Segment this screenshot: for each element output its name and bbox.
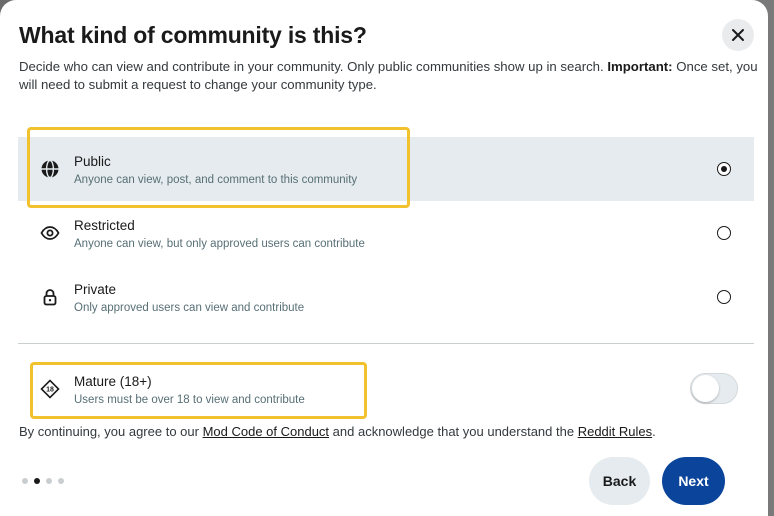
terms-prefix: By continuing, you agree to our [19, 424, 199, 439]
radio-private[interactable] [717, 290, 731, 304]
step-dot [22, 478, 28, 484]
option-restricted-label: Restricted [74, 218, 135, 233]
section-divider [18, 343, 754, 344]
option-public-description: Anyone can view, post, and comment to th… [74, 174, 358, 186]
option-mature[interactable]: 18 Mature (18+) Users must be over 18 to… [18, 357, 754, 421]
age-18-badge-text: 18 [46, 387, 54, 394]
description-text: Decide who can view and contribute in yo… [19, 59, 604, 74]
option-public[interactable]: Public Anyone can view, post, and commen… [18, 137, 754, 201]
option-private-label: Private [74, 282, 117, 297]
dialog-description: Decide who can view and contribute in yo… [19, 58, 759, 94]
mature-toggle[interactable] [690, 373, 738, 404]
community-type-dialog: What kind of community is this? Decide w… [0, 0, 768, 516]
terms-notice: By continuing, you agree to our Mod Code… [19, 423, 656, 441]
back-button[interactable]: Back [589, 457, 650, 505]
close-icon [732, 29, 744, 41]
next-button[interactable]: Next [662, 457, 725, 505]
lock-icon [40, 287, 60, 307]
option-mature-label: Mature (18+) [74, 374, 152, 389]
option-restricted[interactable]: Restricted Anyone can view, but only app… [18, 201, 754, 265]
reddit-rules-link[interactable]: Reddit Rules [578, 424, 652, 439]
toggle-knob [692, 375, 719, 402]
option-mature-description: Users must be over 18 to view and contri… [74, 394, 305, 406]
option-restricted-description: Anyone can view, but only approved users… [74, 238, 365, 250]
radio-restricted[interactable] [717, 226, 731, 240]
step-dot [58, 478, 64, 484]
close-button[interactable] [722, 19, 754, 51]
globe-icon [40, 159, 60, 179]
option-private-description: Only approved users can view and contrib… [74, 302, 305, 314]
dialog-title: What kind of community is this? [19, 22, 367, 48]
mod-code-of-conduct-link[interactable]: Mod Code of Conduct [203, 424, 329, 439]
option-public-label: Public [74, 154, 111, 169]
step-dot-active [34, 478, 40, 484]
option-private[interactable]: Private Only approved users can view and… [18, 265, 754, 329]
radio-public[interactable] [717, 162, 731, 176]
eye-icon [40, 223, 60, 243]
important-label: Important: [607, 59, 673, 74]
step-dot [46, 478, 52, 484]
terms-suffix: . [652, 424, 656, 439]
age-18-icon: 18 [40, 379, 60, 399]
step-indicator [22, 478, 64, 484]
terms-middle: and acknowledge that you understand the [332, 424, 575, 439]
